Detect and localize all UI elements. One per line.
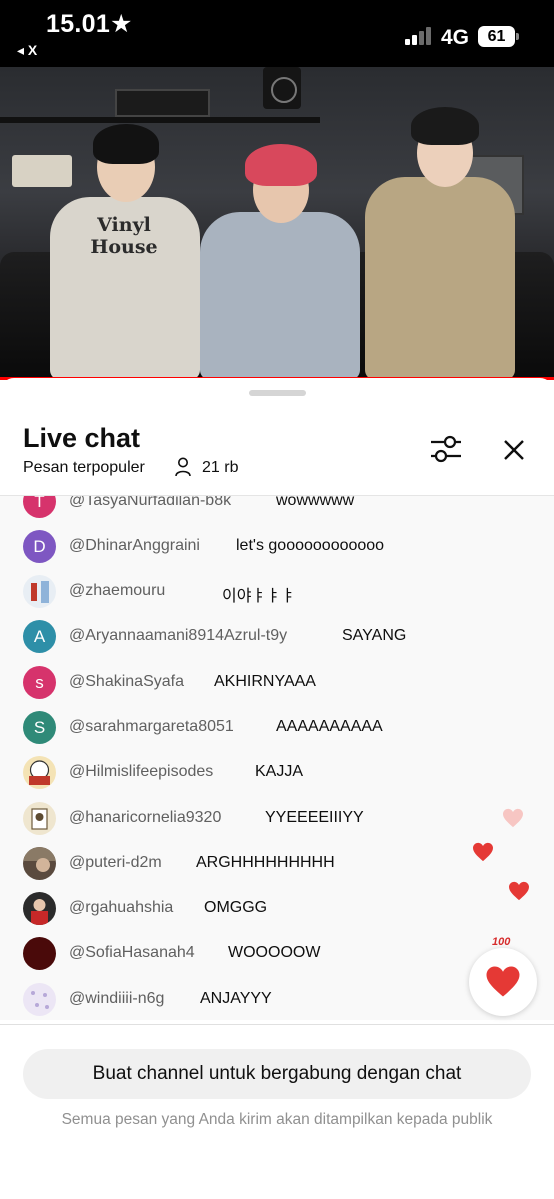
chat-message: @zhaemouru 이야ㅑㅑㅑ: [0, 569, 554, 614]
create-channel-button[interactable]: Buat channel untuk bergabung dengan chat: [23, 1049, 531, 1099]
message-author[interactable]: @ShakinaSyafa: [69, 673, 184, 691]
message-text: WOOOOOW: [228, 944, 321, 961]
message-author[interactable]: @Hilmislifeepisodes: [69, 763, 213, 781]
person-icon: [175, 457, 191, 477]
public-notice: Semua pesan yang Anda kirim akan ditampi…: [61, 1111, 493, 1128]
avatar[interactable]: [23, 847, 56, 880]
speaker: [263, 67, 301, 109]
battery-icon: 61: [478, 26, 519, 47]
avatar[interactable]: [23, 575, 56, 608]
avatar[interactable]: [23, 756, 56, 789]
avatar[interactable]: D: [23, 530, 56, 563]
message-text: let's goooooooooooo: [236, 537, 385, 554]
avatar[interactable]: S: [23, 711, 56, 744]
status-time: 15.01: [46, 10, 111, 38]
message-author[interactable]: @SofiaHasanah4: [69, 944, 195, 962]
status-bar: 15.01 ★ ◂ X 4G 61: [0, 0, 554, 67]
avatar[interactable]: [23, 802, 56, 835]
message-author[interactable]: @puteri-d2m: [69, 854, 162, 872]
person-right: [355, 107, 525, 380]
avatar[interactable]: [23, 983, 56, 1016]
message-text: ANJAYYY: [200, 990, 272, 1007]
avatar[interactable]: [23, 892, 56, 925]
drag-handle[interactable]: [249, 390, 306, 396]
person-left: Vinyl House: [45, 122, 205, 380]
chat-message: @Hilmislifeepisodes KAJJA: [0, 750, 554, 795]
close-icon[interactable]: [498, 434, 530, 466]
chat-message-list[interactable]: T @TasyaNurfadilan-b8k wowwwww D @Dhinar…: [0, 496, 554, 1020]
avatar[interactable]: T: [23, 496, 56, 518]
star-icon: ★: [110, 10, 133, 38]
video-player[interactable]: Vinyl House: [0, 67, 554, 380]
message-text: OMGGG: [204, 899, 268, 916]
message-author[interactable]: @hanaricornelia9320: [69, 809, 221, 827]
heart-icon: [486, 966, 520, 997]
chat-message: s @ShakinaSyafa AKHIRNYAAA: [0, 660, 554, 705]
message-author[interactable]: @rgahuahshia: [69, 899, 173, 917]
viewer-count: 21 rb: [202, 459, 239, 476]
avatar[interactable]: [23, 937, 56, 970]
message-text: ARGHHHHHHHHH: [196, 854, 335, 871]
message-text: YYEEEEIIIYY: [265, 809, 364, 826]
message-text: wowwwww: [276, 496, 355, 509]
floating-heart-icon: [503, 808, 523, 828]
chat-message: @puteri-d2m ARGHHHHHHHHH: [0, 841, 554, 886]
chat-message: @rgahuahshia OMGGG: [0, 886, 554, 931]
reaction-button[interactable]: [469, 948, 537, 1016]
signal-icon: [405, 27, 433, 45]
live-chat-panel: Live chat Pesan terpopuler 21 rb T @Tasy…: [0, 378, 554, 1199]
message-author[interactable]: @Aryannaamani8914Azrul-t9y: [69, 627, 287, 645]
divider: [0, 1024, 554, 1025]
back-to-app-link[interactable]: ◂ X: [17, 42, 37, 59]
message-text: AAAAAAAAAA: [276, 718, 383, 735]
network-type: 4G: [441, 26, 470, 49]
amplifier: [115, 89, 210, 117]
chat-message: T @TasyaNurfadilan-b8k wowwwww: [0, 496, 554, 524]
message-text: KAJJA: [255, 763, 304, 780]
message-author[interactable]: @DhinarAnggraini: [69, 537, 200, 555]
chat-message: A @Aryannaamani8914Azrul-t9y SAYANG: [0, 614, 554, 659]
avatar[interactable]: A: [23, 620, 56, 653]
message-text: 이야ㅑㅑㅑ: [222, 588, 296, 605]
sweater-print: Vinyl House: [90, 214, 158, 258]
chat-message: S @sarahmargareta8051 AAAAAAAAAA: [0, 705, 554, 750]
hundred-emoji: 100: [492, 936, 511, 948]
chat-message: D @DhinarAnggraini let's goooooooooooo: [0, 524, 554, 569]
floating-heart-icon: [509, 881, 529, 901]
chat-message: @hanaricornelia9320 YYEEEEIIIYY: [0, 796, 554, 841]
message-author[interactable]: @zhaemouru: [69, 582, 165, 600]
message-text: SAYANG: [342, 627, 407, 644]
message-text: AKHIRNYAAA: [214, 673, 316, 690]
message-author[interactable]: @TasyaNurfadilan-b8k: [69, 496, 231, 510]
message-author[interactable]: @windiiii-n6g: [69, 990, 164, 1008]
filter-settings-icon[interactable]: [428, 434, 464, 464]
floating-heart-icon: [473, 842, 493, 862]
panel-title: Live chat: [23, 423, 141, 453]
person-middle: [195, 142, 365, 380]
chat-mode-label[interactable]: Pesan terpopuler: [23, 459, 145, 477]
avatar[interactable]: s: [23, 666, 56, 699]
message-author[interactable]: @sarahmargareta8051: [69, 718, 234, 736]
